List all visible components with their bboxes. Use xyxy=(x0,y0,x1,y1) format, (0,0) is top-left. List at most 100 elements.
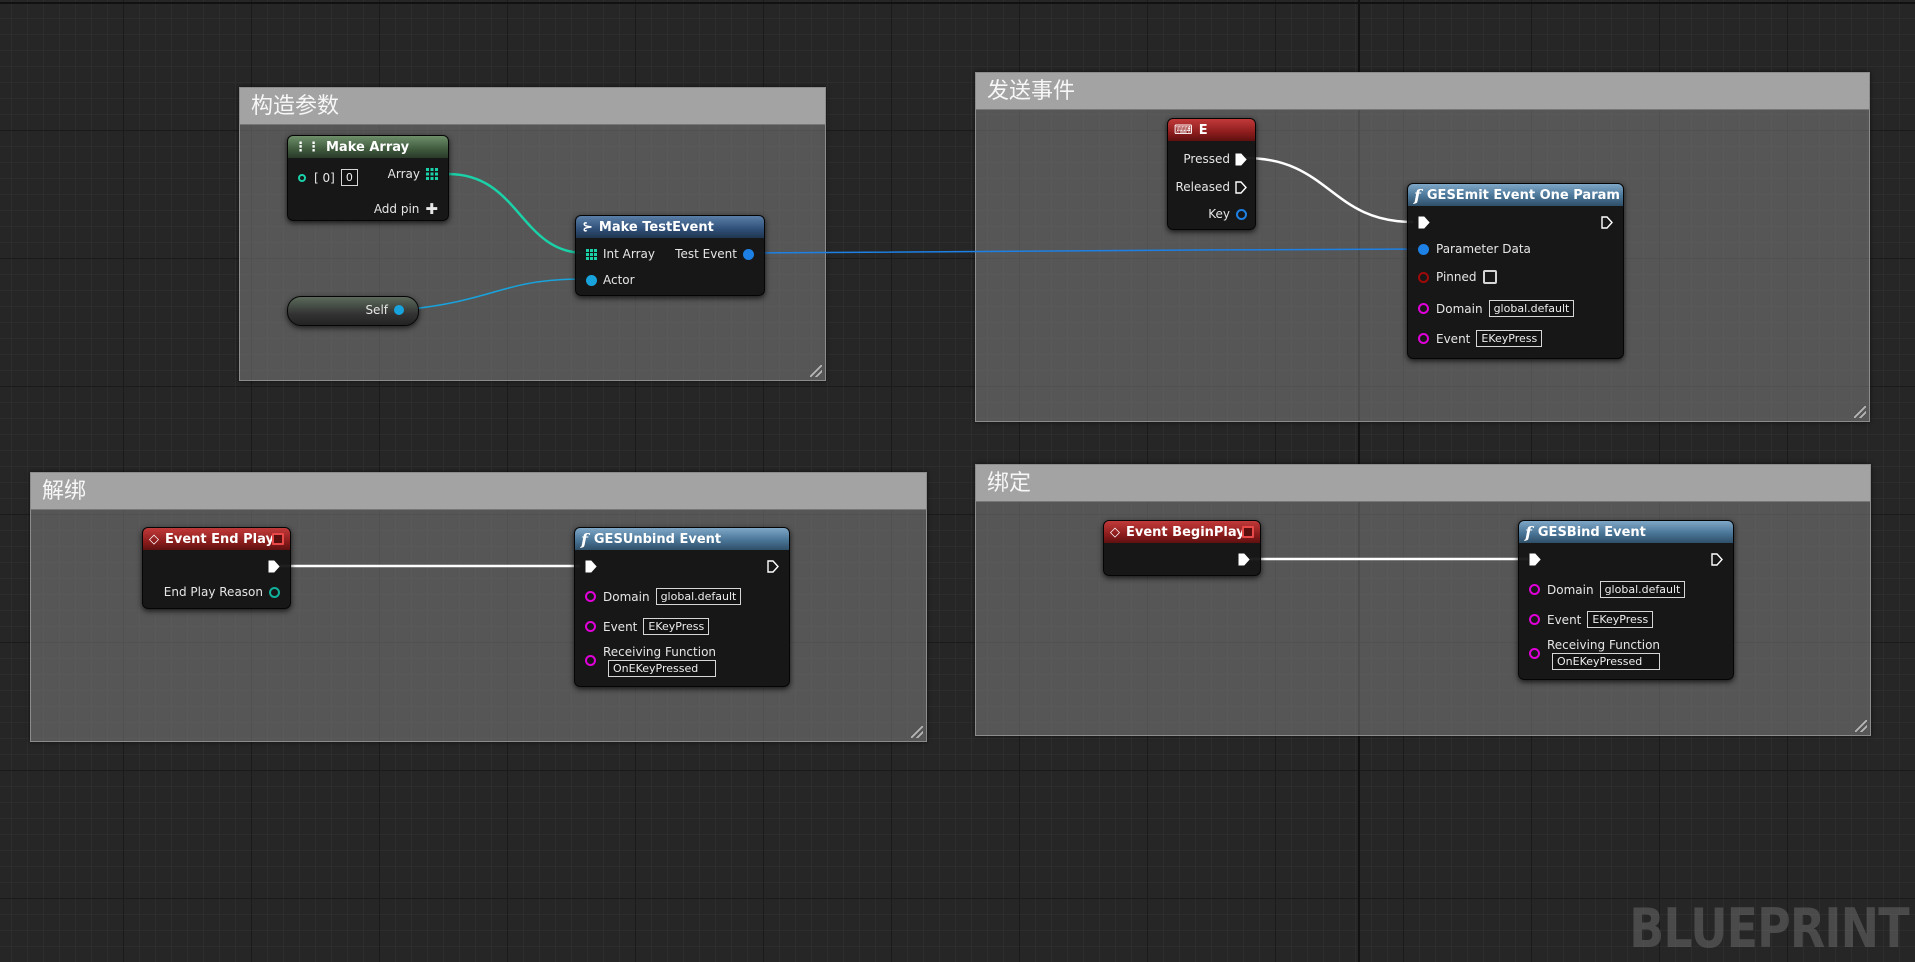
pinned-pin-row: Pinned xyxy=(1418,270,1497,284)
event-value-field[interactable]: EKeyPress xyxy=(1587,611,1654,628)
node-header[interactable]: f GESEmit Event One Param xyxy=(1408,184,1623,206)
end-play-reason-pin-row: End Play Reason xyxy=(164,585,280,599)
pinned-input-pin[interactable] xyxy=(1418,271,1429,283)
receiving-function-input-pin[interactable] xyxy=(1529,648,1540,659)
event-input-pin[interactable] xyxy=(585,621,596,632)
event-label: Event xyxy=(1547,612,1582,627)
node-header[interactable]: f GESUnbind Event xyxy=(575,528,789,550)
self-output-pin[interactable] xyxy=(394,305,404,315)
event-input-pin[interactable] xyxy=(1418,333,1429,344)
index-value-field[interactable]: 0 xyxy=(340,169,358,186)
event-label: Event xyxy=(1436,331,1471,346)
int-array-input-pin[interactable] xyxy=(586,248,597,260)
node-header[interactable]: ⊱ Make TestEvent xyxy=(576,216,764,238)
test-event-label: Test Event xyxy=(675,247,737,261)
index-pin-row: [ 0] 0 xyxy=(298,169,358,186)
domain-input-pin[interactable] xyxy=(585,591,596,602)
end-play-reason-output-pin[interactable] xyxy=(269,586,280,598)
exec-output-pin-icon[interactable] xyxy=(268,560,280,573)
node-title: GESEmit Event One Param xyxy=(1426,187,1620,203)
event-label: Event xyxy=(603,619,638,634)
event-value-field[interactable]: EKeyPress xyxy=(643,618,710,635)
array-label: Array xyxy=(387,167,420,181)
comment-title[interactable]: 绑定 xyxy=(976,465,1870,502)
graph-origin-horizontal-axis xyxy=(0,2,1915,4)
resize-grip-icon[interactable] xyxy=(1855,720,1867,732)
array-grid-icon xyxy=(586,248,597,260)
make-array-node[interactable]: ⋮⋮ Make Array [ 0] 0 Array Add pin ✚ xyxy=(287,135,449,221)
resize-grip-icon[interactable] xyxy=(911,726,923,738)
array-grid-icon xyxy=(426,168,438,180)
exec-input-pin-icon[interactable] xyxy=(1529,553,1541,566)
event-begin-play-node[interactable]: ◇ Event BeginPlay xyxy=(1103,520,1261,576)
event-value-field[interactable]: EKeyPress xyxy=(1476,330,1543,347)
receiving-function-value-field[interactable]: OnEKeyPressed xyxy=(1552,653,1661,670)
key-e-node[interactable]: ⌨ E Pressed Released Key xyxy=(1167,118,1256,230)
self-node[interactable]: Self xyxy=(287,296,419,326)
exec-output-pin-icon[interactable] xyxy=(1711,553,1723,566)
ges-unbind-event-node[interactable]: f GESUnbind Event Domain global.default … xyxy=(574,527,790,687)
index-input-pin[interactable] xyxy=(298,173,306,182)
domain-value-field[interactable]: global.default xyxy=(1599,581,1686,598)
released-pin-row: Released xyxy=(1175,180,1247,194)
node-title: Make TestEvent xyxy=(598,219,714,235)
delegate-output-pin[interactable] xyxy=(272,533,284,545)
exec-pin-hollow-icon[interactable] xyxy=(1235,180,1247,194)
index-label: [ 0] xyxy=(314,170,335,185)
parameter-data-input-pin[interactable] xyxy=(1418,243,1429,255)
domain-input-pin[interactable] xyxy=(1418,303,1429,314)
actor-label: Actor xyxy=(603,273,635,287)
make-struct-icon: ⊱ xyxy=(582,219,593,235)
receiving-function-value-field[interactable]: OnEKeyPressed xyxy=(608,660,717,677)
resize-grip-icon[interactable] xyxy=(1854,406,1866,418)
exec-output-pin-icon[interactable] xyxy=(767,560,779,573)
node-header[interactable]: ⋮⋮ Make Array xyxy=(288,136,448,158)
node-header[interactable]: ⌨ E xyxy=(1168,119,1255,141)
int-array-label: Int Array xyxy=(603,247,655,261)
exec-output-pin-icon[interactable] xyxy=(1238,553,1250,566)
domain-value-field[interactable]: global.default xyxy=(1488,300,1575,317)
node-header[interactable]: ◇ Event End Play xyxy=(143,528,290,550)
array-output-pin[interactable] xyxy=(426,168,438,180)
ges-bind-event-node[interactable]: f GESBind Event Domain global.default Ev… xyxy=(1518,520,1734,680)
comment-title[interactable]: 构造参数 xyxy=(240,88,825,125)
comment-box-bind[interactable]: 绑定 xyxy=(975,464,1871,736)
node-title: Event BeginPlay xyxy=(1126,524,1245,540)
exec-pin-filled-icon[interactable] xyxy=(1235,153,1247,166)
event-end-play-node[interactable]: ◇ Event End Play End Play Reason xyxy=(142,527,291,609)
event-pin-row: Event EKeyPress xyxy=(585,618,710,635)
resize-grip-icon[interactable] xyxy=(810,365,822,377)
key-output-pin[interactable] xyxy=(1236,208,1247,220)
key-pin-row: Key xyxy=(1208,207,1247,221)
comment-title[interactable]: 发送事件 xyxy=(976,73,1869,110)
domain-input-pin[interactable] xyxy=(1529,584,1540,595)
ges-emit-event-one-param-node[interactable]: f GESEmit Event One Param Parameter Data… xyxy=(1407,183,1624,359)
blueprint-watermark: BLUEPRINT xyxy=(1629,897,1910,960)
exec-input-pin-icon[interactable] xyxy=(1418,216,1430,229)
domain-label: Domain xyxy=(1547,582,1594,597)
function-icon: f xyxy=(1525,522,1532,542)
pinned-checkbox[interactable] xyxy=(1482,270,1497,284)
actor-input-pin[interactable] xyxy=(586,274,597,286)
delegate-output-pin[interactable] xyxy=(1242,526,1254,538)
receiving-function-input-pin[interactable] xyxy=(585,655,596,666)
make-array-icon: ⋮⋮ xyxy=(294,139,320,155)
keyboard-icon: ⌨ xyxy=(1174,122,1193,138)
blueprint-graph-canvas[interactable]: 构造参数 发送事件 解绑 绑定 ⋮⋮ Make Array [ 0] 0 Arr… xyxy=(0,0,1915,962)
comment-title[interactable]: 解绑 xyxy=(31,473,926,510)
domain-label: Domain xyxy=(1436,301,1483,316)
node-header[interactable]: f GESBind Event xyxy=(1519,521,1733,543)
node-header[interactable]: ◇ Event BeginPlay xyxy=(1104,521,1260,543)
released-label: Released xyxy=(1175,180,1230,194)
node-title: GESUnbind Event xyxy=(593,531,722,547)
make-test-event-node[interactable]: ⊱ Make TestEvent Int Array Actor Test Ev… xyxy=(575,215,765,296)
add-pin-label: Add pin xyxy=(373,202,420,216)
test-event-output-pin[interactable] xyxy=(743,248,754,260)
domain-value-field[interactable]: global.default xyxy=(655,588,742,605)
parameter-data-pin-row: Parameter Data xyxy=(1418,242,1531,256)
exec-output-pin-icon[interactable] xyxy=(1601,216,1613,229)
end-play-reason-label: End Play Reason xyxy=(163,585,263,599)
exec-input-pin-icon[interactable] xyxy=(585,560,597,573)
event-input-pin[interactable] xyxy=(1529,614,1540,625)
add-pin-button[interactable]: Add pin ✚ xyxy=(374,200,438,218)
